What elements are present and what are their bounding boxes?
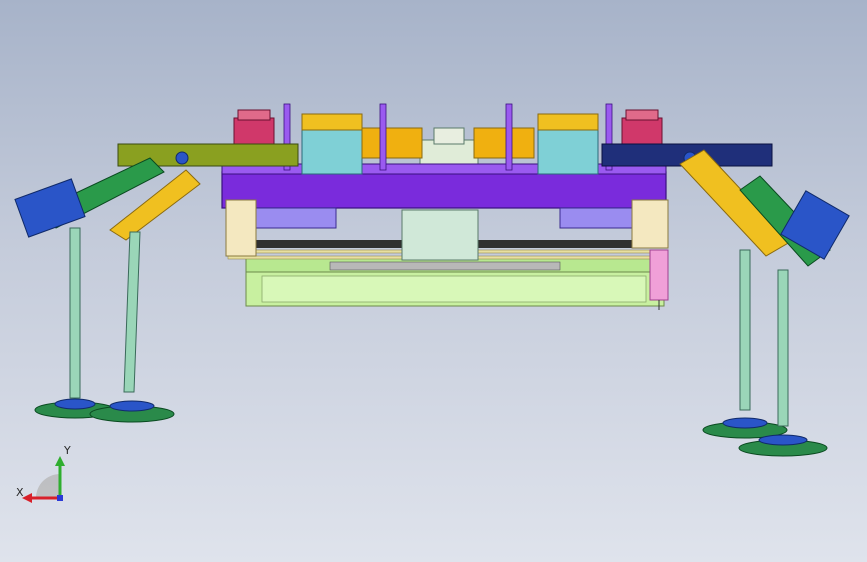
leg-rear-left	[89, 231, 175, 423]
left-cyan-block	[301, 113, 363, 175]
robot-assembly-model[interactable]	[0, 0, 867, 562]
x-axis-label: X	[16, 486, 24, 499]
leg-front-left	[34, 227, 116, 419]
right-yellow-cylinder	[473, 127, 535, 159]
right-cyan-block	[537, 113, 599, 175]
cad-viewport[interactable]: X Y	[0, 0, 867, 562]
leg-front-right	[702, 249, 788, 439]
y-axis-label: Y	[63, 444, 71, 457]
z-axis-marker	[57, 495, 63, 501]
orientation-triad: X Y	[16, 444, 71, 503]
left-yellow-cylinder	[361, 127, 423, 159]
